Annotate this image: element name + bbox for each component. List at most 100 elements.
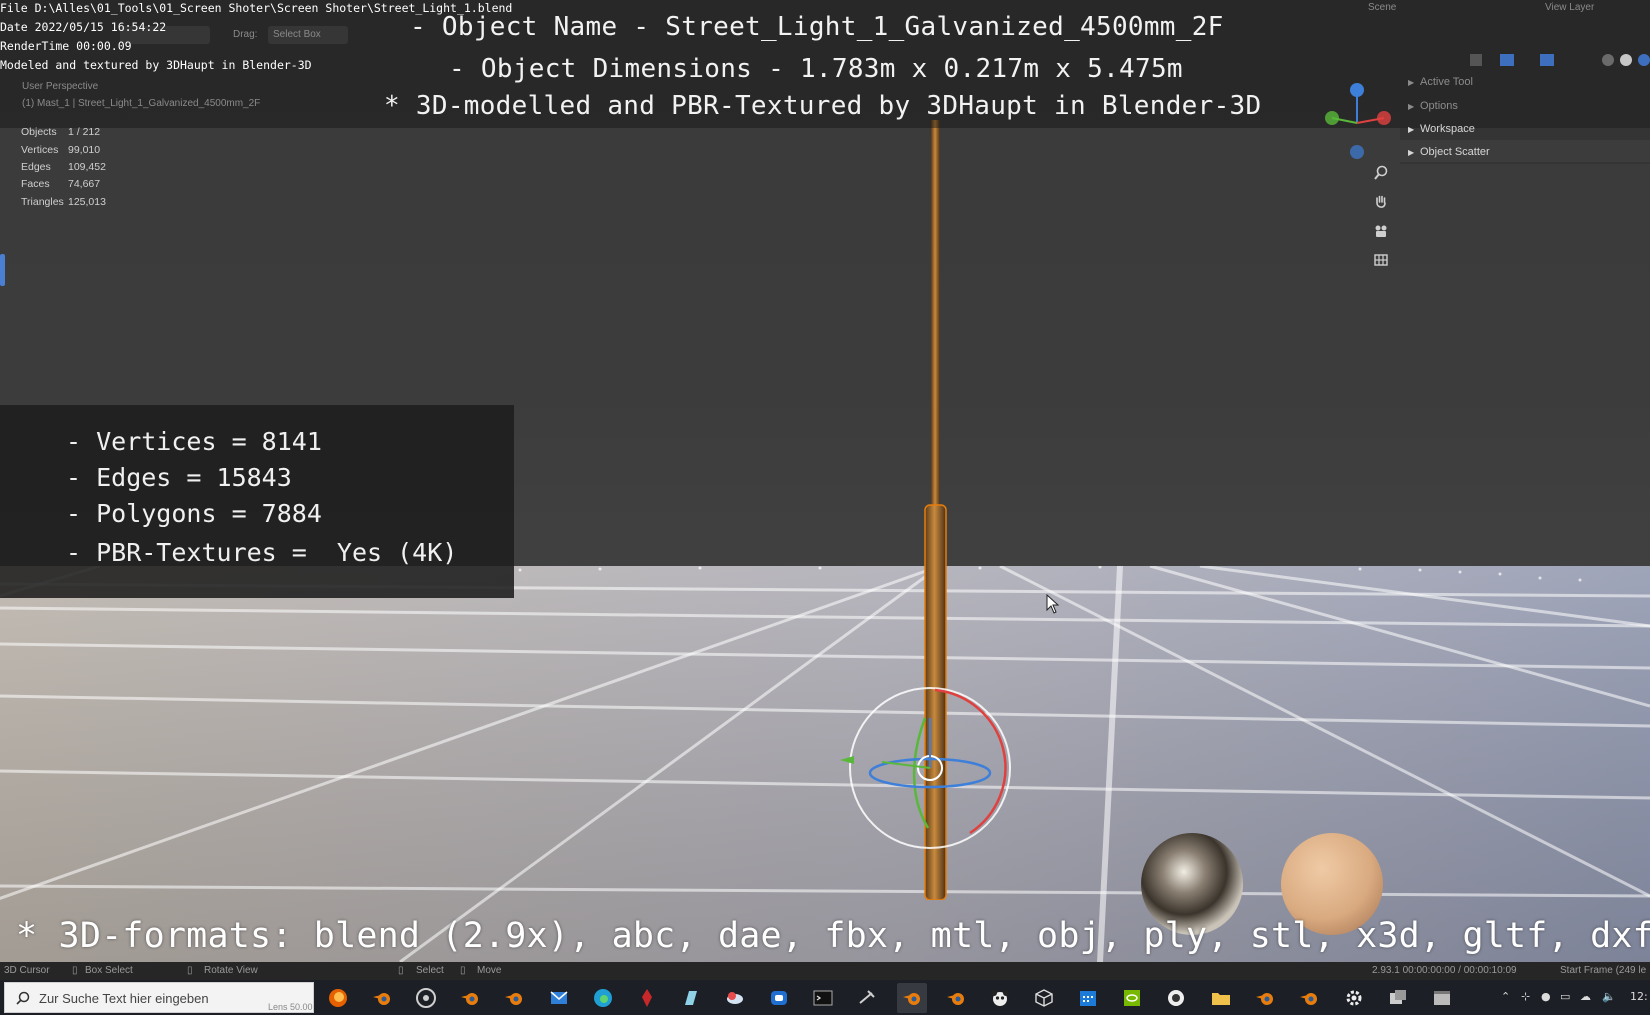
rotate-gizmo[interactable]	[840, 678, 1020, 858]
stamp-credit: Modeled and textured by 3DHaupt in Blend…	[0, 58, 312, 72]
view-layer-selector[interactable]: View Layer	[1545, 2, 1594, 13]
drag-select-dropdown[interactable]: Select Box	[268, 26, 348, 44]
blender-icon[interactable]	[455, 983, 485, 1013]
status-start-frame: Start Frame (249 le	[1560, 965, 1647, 976]
panel-options[interactable]: ▶ Options	[1408, 100, 1458, 112]
tray-volume-icon[interactable]: 🔈	[1602, 990, 1616, 1003]
viewport-shading-icons[interactable]	[1470, 52, 1650, 68]
active-object-label: (1) Mast_1 | Street_Light_1_Galvanized_4…	[22, 98, 261, 109]
stat-label: Vertices	[21, 144, 59, 156]
blender-icon[interactable]	[1294, 983, 1324, 1013]
tray-cloud-icon[interactable]: ☁	[1580, 990, 1591, 1003]
stat-value: 74,667	[68, 178, 101, 190]
app-red-icon[interactable]	[632, 983, 662, 1013]
status-3d-cursor: 3D Cursor	[4, 965, 50, 976]
stat-value: 125,013	[68, 196, 106, 208]
mouse-icon: ▯	[72, 965, 78, 976]
app-tool-icon[interactable]	[852, 983, 882, 1013]
terminal-icon[interactable]	[808, 983, 838, 1013]
windows-taskbar: Lens 50.00 ⌃ ⊹ ● ▭ ☁ 🔈 12:	[0, 980, 1650, 1015]
mouse-icon: ▯	[460, 965, 466, 976]
stamp-render-time: RenderTime 00:00.09	[0, 39, 132, 53]
mail-icon[interactable]	[544, 983, 574, 1013]
info-edges: - Edges = 15843	[66, 463, 292, 492]
drag-select-value: Select Box	[273, 29, 321, 40]
status-box-select: Box Select	[85, 965, 133, 976]
tray-clock[interactable]: 12:	[1630, 990, 1648, 1003]
navigation-axes-gizmo[interactable]	[1318, 78, 1398, 168]
search-icon	[16, 991, 30, 1005]
app-chat-icon[interactable]	[764, 983, 794, 1013]
info-polygons: - Polygons = 7884	[66, 499, 322, 528]
app-window-icon[interactable]	[1427, 983, 1457, 1013]
grid-view-icon[interactable]	[1368, 247, 1394, 273]
nvidia-icon[interactable]	[1117, 983, 1147, 1013]
blender-icon[interactable]	[499, 983, 529, 1013]
firefox-icon[interactable]	[323, 983, 353, 1013]
status-rotate-view: Rotate View	[204, 965, 258, 976]
tray-app-icon[interactable]: ●	[1541, 990, 1551, 1003]
app-cloud-icon[interactable]	[720, 983, 750, 1013]
cube-icon[interactable]	[1029, 983, 1059, 1013]
blender-icon[interactable]	[897, 983, 927, 1013]
formats-banner: * 3D-formats: blend (2.9x), abc, dae, fb…	[16, 916, 1650, 956]
search-input[interactable]	[39, 989, 299, 1007]
hand-pan-icon[interactable]	[1368, 189, 1394, 215]
panel-active-tool[interactable]: ▶ Active Tool	[1408, 76, 1473, 88]
mouse-icon: ▯	[187, 965, 193, 976]
obs-icon[interactable]	[411, 983, 441, 1013]
expand-arrow-icon: ▶	[1408, 102, 1415, 111]
blender-icon[interactable]	[941, 983, 971, 1013]
info-vertices: - Vertices = 8141	[66, 427, 322, 456]
folder-icon[interactable]	[1206, 983, 1236, 1013]
tray-chevron-icon[interactable]: ⌃	[1501, 990, 1510, 1003]
zoom-icon[interactable]	[1368, 160, 1394, 186]
credit-title: * 3D-modelled and PBR-Textured by 3DHaup…	[384, 91, 1262, 121]
stat-label: Faces	[21, 178, 50, 190]
stat-label: Objects	[21, 126, 57, 138]
app-window-icon[interactable]	[1383, 983, 1413, 1013]
panda-icon[interactable]	[985, 983, 1015, 1013]
tray-battery-icon[interactable]: ▭	[1560, 990, 1570, 1003]
viewport-floor-grid	[0, 566, 1650, 962]
mesh-info-box: - Vertices = 8141 - Edges = 15843 - Poly…	[0, 405, 514, 598]
toolbar-active-indicator[interactable]	[0, 254, 5, 286]
blender-icon[interactable]	[1250, 983, 1280, 1013]
blender-status-bar: 3D Cursor ▯ Box Select ▯ Rotate View ▯ S…	[0, 962, 1650, 980]
scene-selector[interactable]: Scene	[1368, 2, 1396, 13]
edge-icon[interactable]	[588, 983, 618, 1013]
calendar-icon[interactable]	[1073, 983, 1103, 1013]
expand-arrow-icon: ▶	[1408, 78, 1415, 87]
panel-label: Options	[1420, 100, 1458, 112]
expand-arrow-icon: ▶	[1408, 148, 1415, 157]
mouse-cursor-icon	[1046, 594, 1060, 614]
object-name-title: - Object Name - Street_Light_1_Galvanize…	[410, 12, 1224, 42]
compass-icon[interactable]	[1161, 983, 1191, 1013]
stat-value: 109,452	[68, 161, 106, 173]
app-notes-icon[interactable]	[676, 983, 706, 1013]
blender-icon[interactable]	[367, 983, 397, 1013]
gear-icon[interactable]	[1339, 983, 1369, 1013]
stat-label: Triangles	[21, 196, 64, 208]
status-lens: Lens 50.00	[268, 1002, 313, 1012]
status-version: 2.93.1 00:00:00:00 / 00:00:10:09	[1372, 965, 1517, 976]
stat-value: 99,010	[68, 144, 101, 156]
camera-icon[interactable]	[1368, 218, 1394, 244]
info-pbr-textures: - PBR-Textures = Yes (4K)	[66, 538, 458, 567]
stamp-date: Date 2022/05/15 16:54:22	[0, 20, 167, 34]
drag-label: Drag:	[233, 29, 258, 40]
status-select: Select	[416, 965, 444, 976]
mouse-icon: ▯	[398, 965, 404, 976]
panel-label: Object Scatter	[1420, 146, 1490, 158]
panel-label: Active Tool	[1420, 76, 1473, 88]
status-move: Move	[477, 965, 502, 976]
stat-value: 1 / 212	[68, 126, 101, 138]
expand-arrow-icon: ▶	[1408, 125, 1415, 134]
tray-network-icon[interactable]: ⊹	[1521, 990, 1530, 1003]
panel-object-scatter[interactable]: ▶ Object Scatter	[1408, 146, 1490, 158]
panel-label: Workspace	[1420, 123, 1475, 135]
panel-workspace[interactable]: ▶ Workspace	[1408, 123, 1475, 135]
view-mode-label: User Perspective	[22, 81, 99, 92]
object-dimensions-title: - Object Dimensions - 1.783m x 0.217m x …	[449, 54, 1183, 84]
stat-label: Edges	[21, 161, 51, 173]
